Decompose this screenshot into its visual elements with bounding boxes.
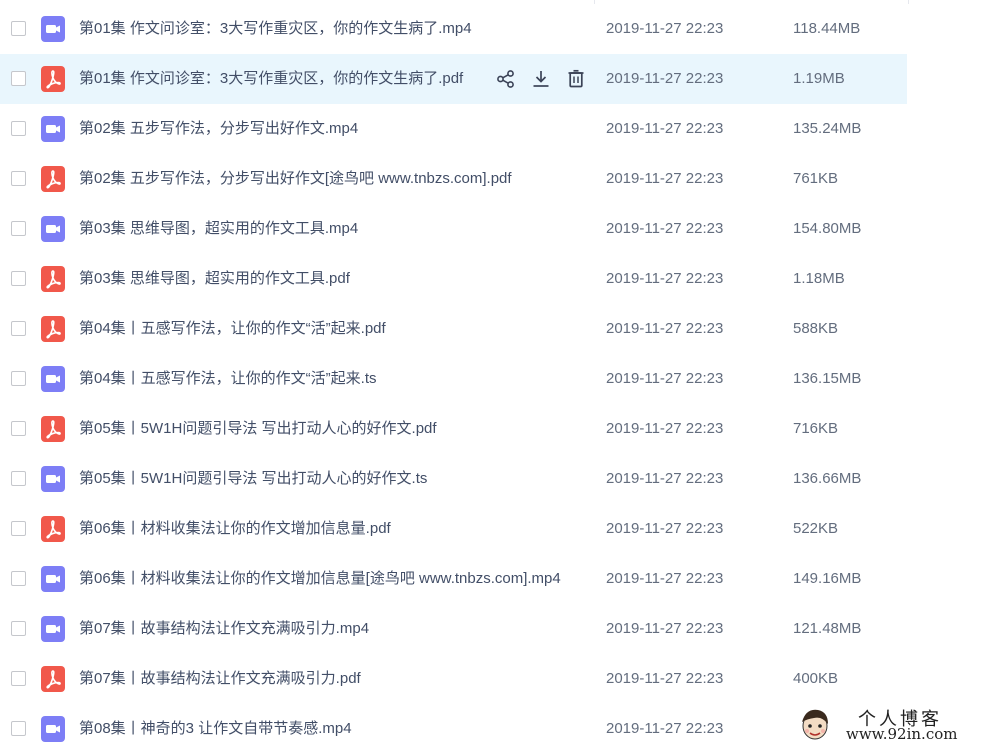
file-name[interactable]: 第04集丨五感写作法，让你的作文“活”起来.ts <box>79 369 377 389</box>
file-size: 136.15MB <box>793 370 862 387</box>
file-date: 2019-11-27 22:23 <box>606 20 724 37</box>
file-row[interactable]: 第02集 五步写作法，分步写出好作文[途鸟吧 www.tnbzs.com].pd… <box>0 154 907 204</box>
file-date: 2019-11-27 22:23 <box>606 120 724 137</box>
watermark-url: www.92in.com <box>846 725 958 743</box>
row-checkbox[interactable] <box>11 121 26 136</box>
row-checkbox[interactable] <box>11 721 26 736</box>
file-name[interactable]: 第05集丨5W1H问题引导法 写出打动人心的好作文.pdf <box>79 419 437 439</box>
file-name[interactable]: 第06集丨材料收集法让你的作文增加信息量[途鸟吧 www.tnbzs.com].… <box>79 569 561 589</box>
file-size: 121.48MB <box>793 620 862 637</box>
share-icon[interactable] <box>495 68 517 90</box>
file-date: 2019-11-27 22:23 <box>606 70 724 87</box>
file-row[interactable]: 第06集丨材料收集法让你的作文增加信息量.pdf 2019-11-27 22:23… <box>0 504 907 554</box>
file-size: 135.24MB <box>793 120 862 137</box>
video-file-icon <box>41 366 65 392</box>
file-name[interactable]: 第07集丨故事结构法让作文充满吸引力.mp4 <box>79 619 369 639</box>
file-date: 2019-11-27 22:23 <box>606 220 724 237</box>
file-date: 2019-11-27 22:23 <box>606 470 724 487</box>
file-name[interactable]: 第02集 五步写作法，分步写出好作文[途鸟吧 www.tnbzs.com].pd… <box>79 169 512 189</box>
file-date: 2019-11-27 22:23 <box>606 720 724 737</box>
pdf-file-icon <box>41 266 65 292</box>
file-row[interactable]: 第04集丨五感写作法，让你的作文“活”起来.pdf 2019-11-27 22:2… <box>0 304 907 354</box>
file-size: 761KB <box>793 170 839 187</box>
file-name[interactable]: 第06集丨材料收集法让你的作文增加信息量.pdf <box>79 519 391 539</box>
trash-icon[interactable] <box>565 68 587 90</box>
pdf-file-icon <box>41 316 65 342</box>
row-actions <box>495 68 587 90</box>
file-row[interactable]: 第05集丨5W1H问题引导法 写出打动人心的好作文.ts 2019-11-27 2… <box>0 454 907 504</box>
file-date: 2019-11-27 22:23 <box>606 370 724 387</box>
pdf-file-icon <box>41 666 65 692</box>
file-row[interactable]: 第03集 思维导图，超实用的作文工具.mp4 2019-11-27 22:23 15… <box>0 204 907 254</box>
video-file-icon <box>41 16 65 42</box>
file-size: 588KB <box>793 320 839 337</box>
video-file-icon <box>41 566 65 592</box>
file-date: 2019-11-27 22:23 <box>606 420 724 437</box>
file-name[interactable]: 第03集 思维导图，超实用的作文工具.pdf <box>79 269 350 289</box>
row-checkbox[interactable] <box>11 371 26 386</box>
video-file-icon <box>41 116 65 142</box>
file-name[interactable]: 第08集丨神奇的3 让作文自带节奏感.mp4 <box>79 719 352 739</box>
row-checkbox[interactable] <box>11 171 26 186</box>
file-name[interactable]: 第01集 作文问诊室：3大写作重灾区，你的作文生病了.pdf <box>79 69 463 89</box>
file-date: 2019-11-27 22:23 <box>606 520 724 537</box>
video-file-icon <box>41 616 65 642</box>
pdf-file-icon <box>41 516 65 542</box>
pdf-file-icon <box>41 166 65 192</box>
row-checkbox[interactable] <box>11 571 26 586</box>
file-name[interactable]: 第04集丨五感写作法，让你的作文“活”起来.pdf <box>79 319 386 339</box>
file-name[interactable]: 第07集丨故事结构法让作文充满吸引力.pdf <box>79 669 361 689</box>
row-checkbox[interactable] <box>11 221 26 236</box>
row-checkbox[interactable] <box>11 421 26 436</box>
file-date: 2019-11-27 22:23 <box>606 320 724 337</box>
file-list: 第01集 作文问诊室：3大写作重灾区，你的作文生病了.mp4 2019-11-27… <box>0 4 994 747</box>
file-row[interactable]: 第01集 作文问诊室：3大写作重灾区，你的作文生病了.mp4 2019-11-27… <box>0 4 907 54</box>
file-list-page: 第01集 作文问诊室：3大写作重灾区，你的作文生病了.mp4 2019-11-27… <box>0 0 994 747</box>
file-size: 1.19MB <box>793 70 845 87</box>
file-size: 400KB <box>793 670 839 687</box>
file-date: 2019-11-27 22:23 <box>606 670 724 687</box>
file-date: 2019-11-27 22:23 <box>606 270 724 287</box>
file-size: 716KB <box>793 420 839 437</box>
file-row[interactable]: 第04集丨五感写作法，让你的作文“活”起来.ts 2019-11-27 22:23… <box>0 354 907 404</box>
pdf-file-icon <box>41 416 65 442</box>
file-size: 522KB <box>793 520 839 537</box>
file-size: 149.16MB <box>793 570 862 587</box>
file-row[interactable]: 第07集丨故事结构法让作文充满吸引力.mp4 2019-11-27 22:23 12… <box>0 604 907 654</box>
watermark: 个人博客 www.92in.com <box>796 704 990 744</box>
row-checkbox[interactable] <box>11 321 26 336</box>
row-checkbox[interactable] <box>11 471 26 486</box>
pdf-file-icon <box>41 66 65 92</box>
file-date: 2019-11-27 22:23 <box>606 570 724 587</box>
file-size: 1.18MB <box>793 270 845 287</box>
file-name[interactable]: 第01集 作文问诊室：3大写作重灾区，你的作文生病了.mp4 <box>79 19 472 39</box>
file-date: 2019-11-27 22:23 <box>606 620 724 637</box>
row-checkbox[interactable] <box>11 671 26 686</box>
file-row[interactable]: 第01集 作文问诊室：3大写作重灾区，你的作文生病了.pdf 2019-11-27… <box>0 54 907 104</box>
file-row[interactable]: 第03集 思维导图，超实用的作文工具.pdf 2019-11-27 22:23 1.… <box>0 254 907 304</box>
file-size: 118.44MB <box>793 20 861 37</box>
file-row[interactable]: 第02集 五步写作法，分步写出好作文.mp4 2019-11-27 22:23 13… <box>0 104 907 154</box>
video-file-icon <box>41 466 65 492</box>
row-checkbox[interactable] <box>11 21 26 36</box>
download-icon[interactable] <box>530 68 552 90</box>
file-row[interactable]: 第05集丨5W1H问题引导法 写出打动人心的好作文.pdf 2019-11-27 … <box>0 404 907 454</box>
video-file-icon <box>41 216 65 242</box>
row-checkbox[interactable] <box>11 271 26 286</box>
file-size: 154.80MB <box>793 220 862 237</box>
row-checkbox[interactable] <box>11 621 26 636</box>
row-checkbox[interactable] <box>11 71 26 86</box>
file-date: 2019-11-27 22:23 <box>606 170 724 187</box>
file-row[interactable]: 第07集丨故事结构法让作文充满吸引力.pdf 2019-11-27 22:23 40… <box>0 654 907 704</box>
file-size: 136.66MB <box>793 470 862 487</box>
file-name[interactable]: 第05集丨5W1H问题引导法 写出打动人心的好作文.ts <box>79 469 427 489</box>
row-checkbox[interactable] <box>11 521 26 536</box>
file-name[interactable]: 第03集 思维导图，超实用的作文工具.mp4 <box>79 219 358 239</box>
file-name[interactable]: 第02集 五步写作法，分步写出好作文.mp4 <box>79 119 358 139</box>
cartoon-face-logo <box>802 709 828 740</box>
video-file-icon <box>41 716 65 742</box>
file-row[interactable]: 第06集丨材料收集法让你的作文增加信息量[途鸟吧 www.tnbzs.com].… <box>0 554 907 604</box>
file-row[interactable]: 第08集丨神奇的3 让作文自带节奏感.mp4 2019-11-27 22:23 <box>0 704 907 747</box>
